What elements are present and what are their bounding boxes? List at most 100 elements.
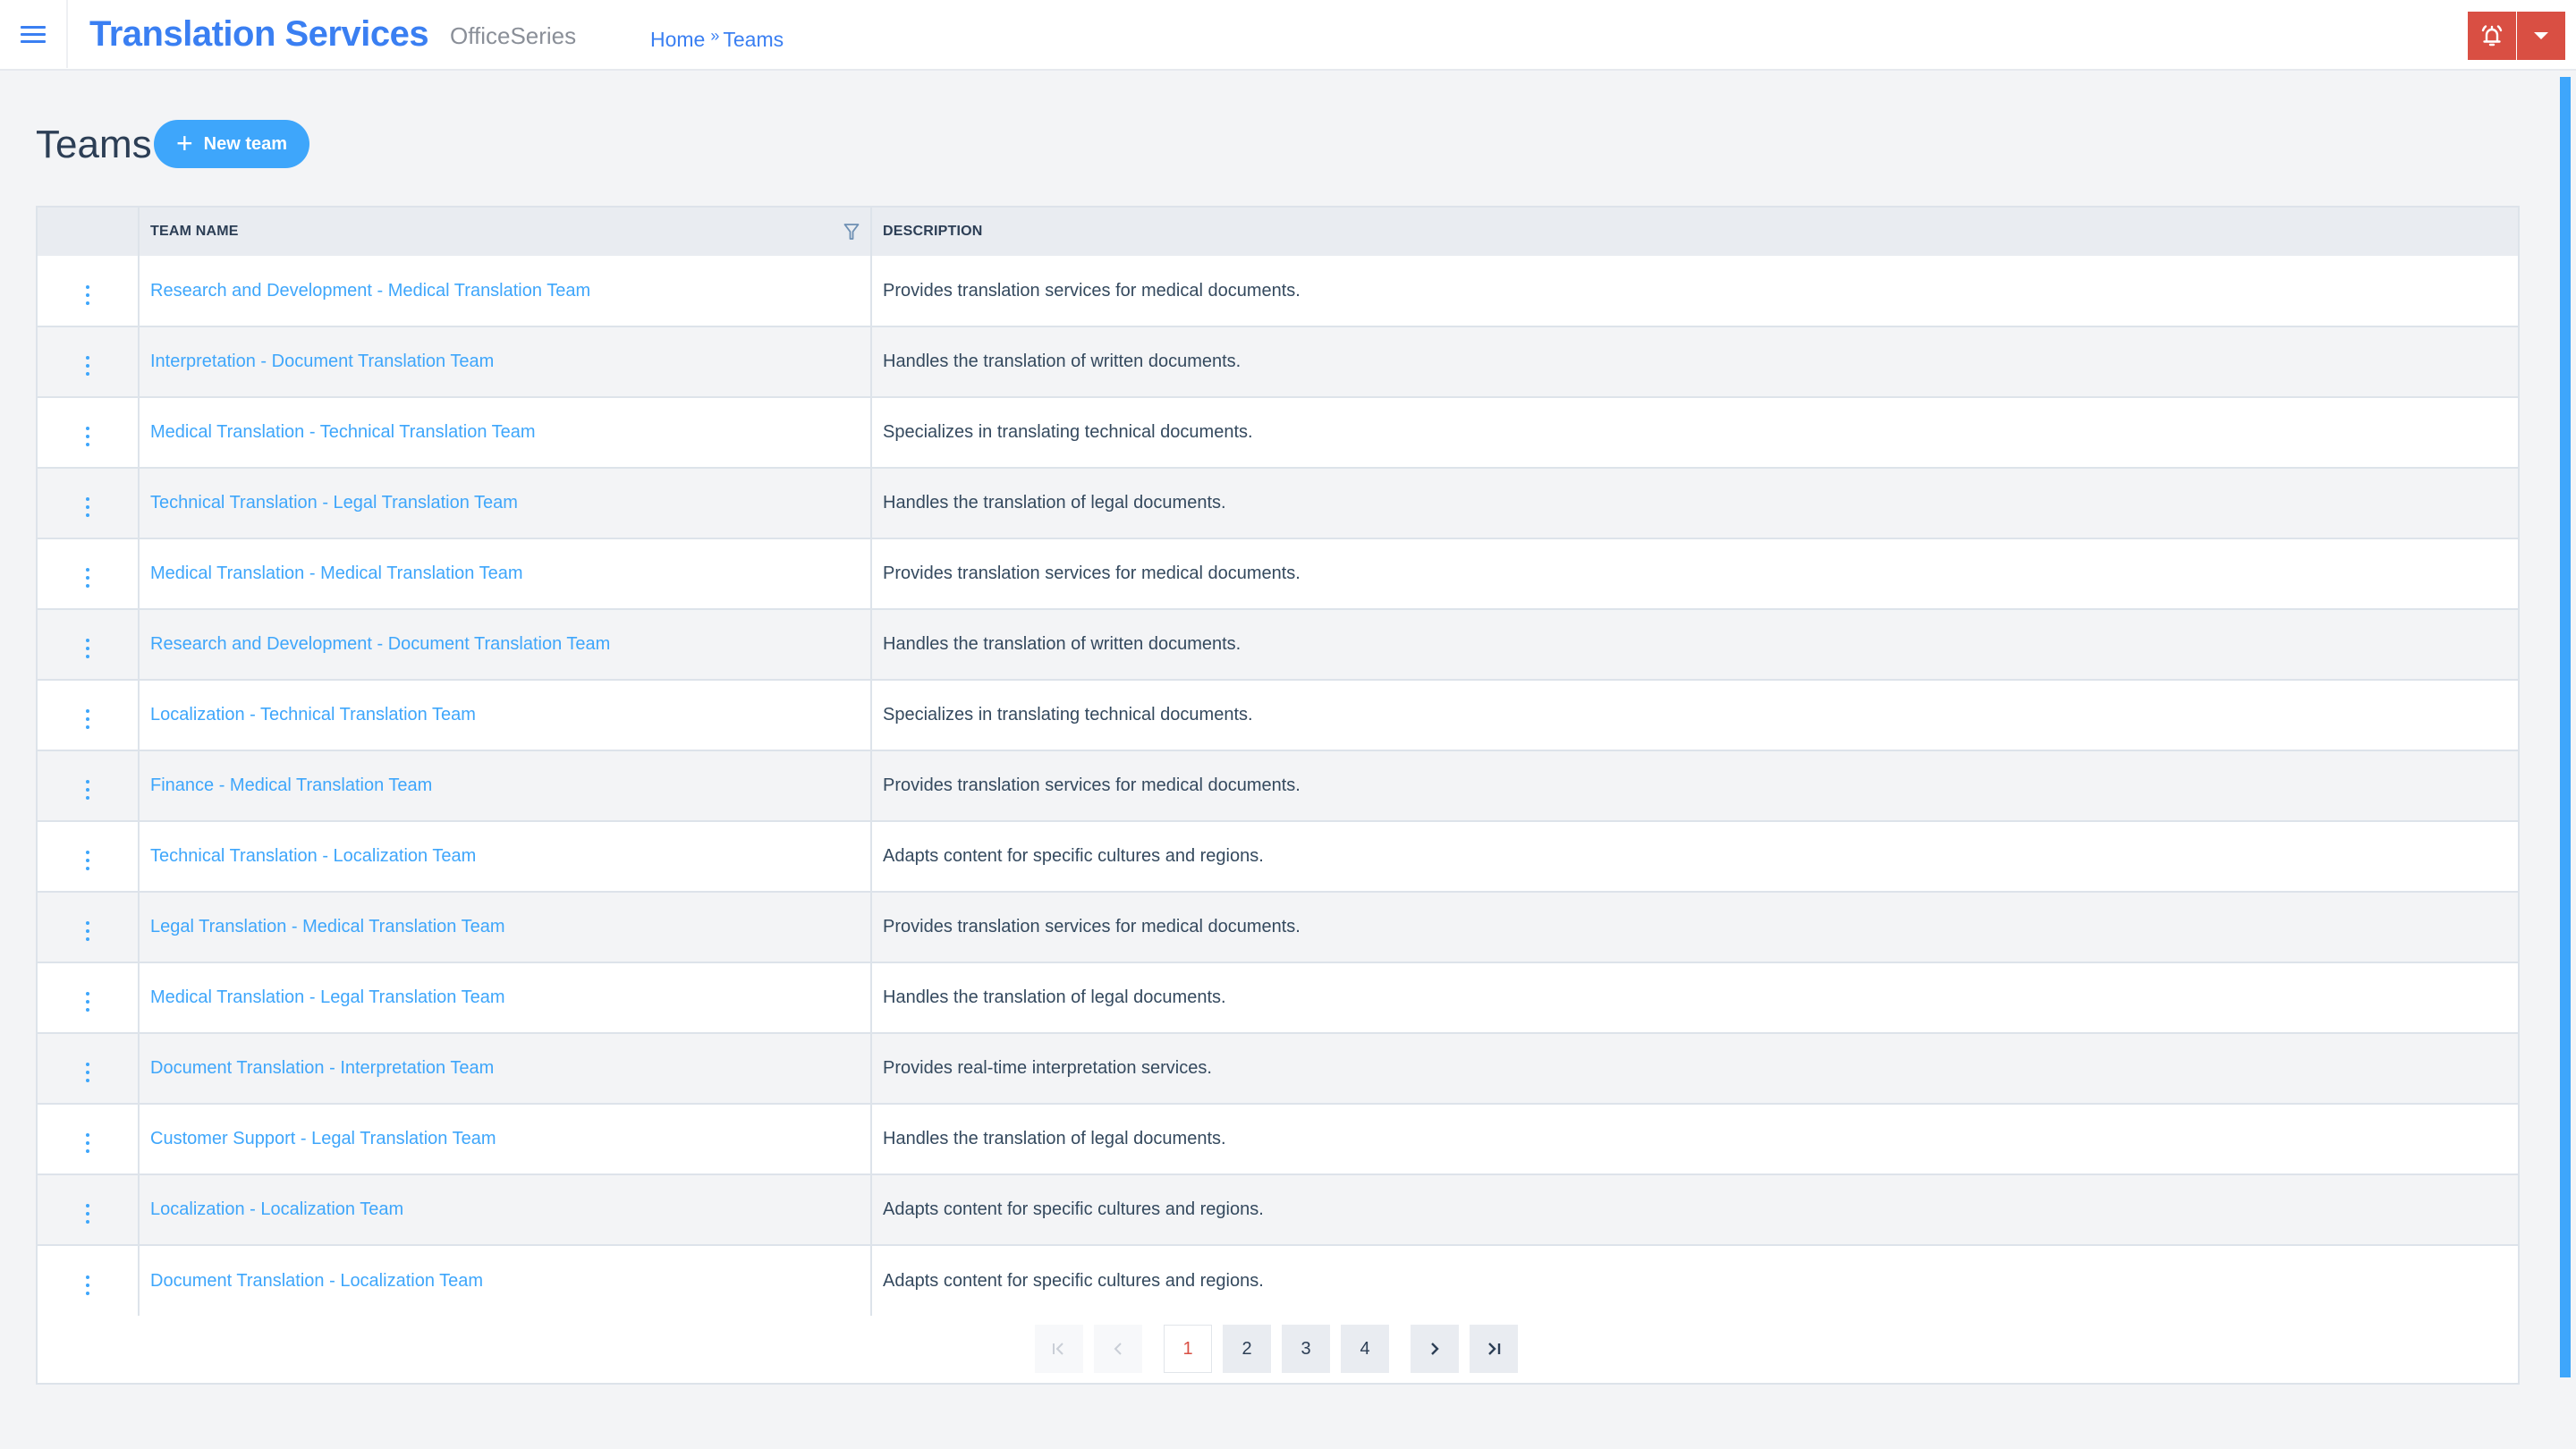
- team-name-link[interactable]: Medical Translation - Legal Translation …: [150, 987, 505, 1007]
- page-button-4[interactable]: 4: [1341, 1325, 1389, 1373]
- table-row: Technical Translation - Localization Tea…: [38, 821, 2518, 892]
- kebab-menu-icon[interactable]: [79, 423, 97, 450]
- next-page-button[interactable]: [1411, 1325, 1459, 1373]
- row-actions-cell: [38, 326, 140, 397]
- row-actions-cell: [38, 538, 140, 609]
- team-name-cell: Technical Translation - Legal Translatio…: [139, 468, 872, 538]
- kebab-menu-icon[interactable]: [79, 1200, 97, 1227]
- kebab-menu-icon[interactable]: [79, 776, 97, 803]
- team-description: Handles the translation of legal documen…: [883, 493, 1226, 513]
- team-name-link[interactable]: Legal Translation - Medical Translation …: [150, 917, 505, 936]
- breadcrumb-separator: »: [710, 27, 720, 45]
- kebab-menu-icon[interactable]: [79, 1130, 97, 1157]
- team-name-link[interactable]: Customer Support - Legal Translation Tea…: [150, 1129, 496, 1148]
- team-name-cell: Medical Translation - Medical Translatio…: [139, 538, 872, 609]
- breadcrumb-teams[interactable]: Teams: [723, 23, 784, 55]
- team-description: Handles the translation of written docum…: [883, 352, 1241, 371]
- team-name-cell: Document Translation - Localization Team: [139, 1245, 872, 1316]
- first-page-icon: [1053, 1343, 1063, 1355]
- team-name-cell: Interpretation - Document Translation Te…: [139, 326, 872, 397]
- last-page-button[interactable]: [1470, 1325, 1518, 1373]
- team-name-cell: Customer Support - Legal Translation Tea…: [139, 1104, 872, 1174]
- kebab-menu-icon[interactable]: [79, 706, 97, 733]
- team-name-cell: Document Translation - Interpretation Te…: [139, 1033, 872, 1104]
- team-name-link[interactable]: Document Translation - Localization Team: [150, 1271, 483, 1291]
- teams-table: TEAM NAME DESCRIPTION Research and Devel…: [38, 208, 2518, 1316]
- table-row: Customer Support - Legal Translation Tea…: [38, 1104, 2518, 1174]
- team-name-link[interactable]: Document Translation - Interpretation Te…: [150, 1058, 494, 1078]
- row-actions-cell: [38, 680, 140, 750]
- team-name-cell: Research and Development - Document Tran…: [139, 609, 872, 680]
- table-row: Research and Development - Document Tran…: [38, 609, 2518, 680]
- team-name-link[interactable]: Research and Development - Document Tran…: [150, 634, 610, 654]
- kebab-menu-icon[interactable]: [79, 847, 97, 874]
- row-actions-cell: [38, 821, 140, 892]
- team-description: Handles the translation of written docum…: [883, 634, 1241, 654]
- app-title[interactable]: Translation Services: [89, 9, 429, 59]
- user-dropdown-button[interactable]: [2517, 12, 2565, 60]
- team-name-link[interactable]: Research and Development - Medical Trans…: [150, 281, 590, 301]
- table-row: Document Translation - Localization Team…: [38, 1245, 2518, 1316]
- team-description: Adapts content for specific cultures and…: [883, 1199, 1264, 1219]
- chevron-left-icon: [1114, 1343, 1122, 1355]
- row-actions-cell: [38, 256, 140, 326]
- hamburger-menu-icon: [21, 26, 46, 43]
- team-description: Provides real-time interpretation servic…: [883, 1058, 1212, 1078]
- kebab-menu-icon[interactable]: [79, 282, 97, 309]
- filter-icon[interactable]: [843, 223, 860, 241]
- column-header-team-name[interactable]: TEAM NAME: [139, 208, 872, 256]
- team-name-cell: Medical Translation - Legal Translation …: [139, 962, 872, 1033]
- row-actions-cell: [38, 892, 140, 962]
- top-bar: Translation Services OfficeSeries Home »…: [0, 0, 2576, 71]
- previous-page-button[interactable]: [1094, 1325, 1142, 1373]
- column-header-description: DESCRIPTION: [883, 224, 983, 239]
- last-page-icon: [1488, 1343, 1501, 1355]
- team-name-link[interactable]: Medical Translation - Medical Translatio…: [150, 564, 522, 583]
- new-team-button[interactable]: + New team: [154, 120, 309, 168]
- kebab-menu-icon[interactable]: [79, 352, 97, 379]
- pagination: 1 2 3 4: [1035, 1325, 1529, 1373]
- team-description: Specializes in translating technical doc…: [883, 705, 1253, 724]
- row-actions-cell: [38, 750, 140, 821]
- table-row: Medical Translation - Legal Translation …: [38, 962, 2518, 1033]
- alerts-button[interactable]: [2468, 12, 2516, 60]
- team-name-link[interactable]: Technical Translation - Legal Translatio…: [150, 493, 518, 513]
- app-subtitle: OfficeSeries: [450, 22, 577, 49]
- team-description: Provides translation services for medica…: [883, 917, 1301, 936]
- table-row: Interpretation - Document Translation Te…: [38, 326, 2518, 397]
- team-name-cell: Legal Translation - Medical Translation …: [139, 892, 872, 962]
- kebab-menu-icon[interactable]: [79, 988, 97, 1015]
- team-name-link[interactable]: Medical Translation - Technical Translat…: [150, 422, 536, 442]
- team-name-link[interactable]: Localization - Technical Translation Tea…: [150, 705, 476, 724]
- team-name-link[interactable]: Interpretation - Document Translation Te…: [150, 352, 494, 371]
- row-actions-cell: [38, 468, 140, 538]
- table-row: Technical Translation - Legal Translatio…: [38, 468, 2518, 538]
- row-actions-cell: [38, 609, 140, 680]
- team-name-cell: Localization - Localization Team: [139, 1174, 872, 1245]
- team-name-link[interactable]: Technical Translation - Localization Tea…: [150, 846, 476, 866]
- breadcrumb-home[interactable]: Home: [650, 23, 705, 55]
- page-button-2[interactable]: 2: [1223, 1325, 1271, 1373]
- menu-button[interactable]: [0, 0, 68, 68]
- page-scrollbar[interactable]: [2560, 77, 2571, 1377]
- team-name-link[interactable]: Finance - Medical Translation Team: [150, 775, 432, 795]
- column-header-team-name-label: TEAM NAME: [150, 224, 239, 239]
- team-description: Adapts content for specific cultures and…: [883, 846, 1264, 866]
- first-page-button[interactable]: [1035, 1325, 1083, 1373]
- kebab-menu-icon[interactable]: [79, 1059, 97, 1086]
- kebab-menu-icon[interactable]: [79, 1272, 97, 1299]
- row-actions-cell: [38, 1245, 140, 1316]
- team-name-cell: Technical Translation - Localization Tea…: [139, 821, 872, 892]
- team-name-link[interactable]: Localization - Localization Team: [150, 1199, 403, 1219]
- kebab-menu-icon[interactable]: [79, 564, 97, 591]
- kebab-menu-icon[interactable]: [79, 918, 97, 945]
- plus-icon: +: [175, 127, 193, 159]
- kebab-menu-icon[interactable]: [79, 494, 97, 521]
- kebab-menu-icon[interactable]: [79, 635, 97, 662]
- teams-table-card: TEAM NAME DESCRIPTION Research and Devel…: [36, 206, 2520, 1385]
- page-button-1[interactable]: 1: [1164, 1325, 1212, 1373]
- team-name-cell: Localization - Technical Translation Tea…: [139, 680, 872, 750]
- table-header-row: TEAM NAME DESCRIPTION: [38, 208, 2518, 256]
- team-name-cell: Research and Development - Medical Trans…: [139, 256, 872, 326]
- page-button-3[interactable]: 3: [1282, 1325, 1330, 1373]
